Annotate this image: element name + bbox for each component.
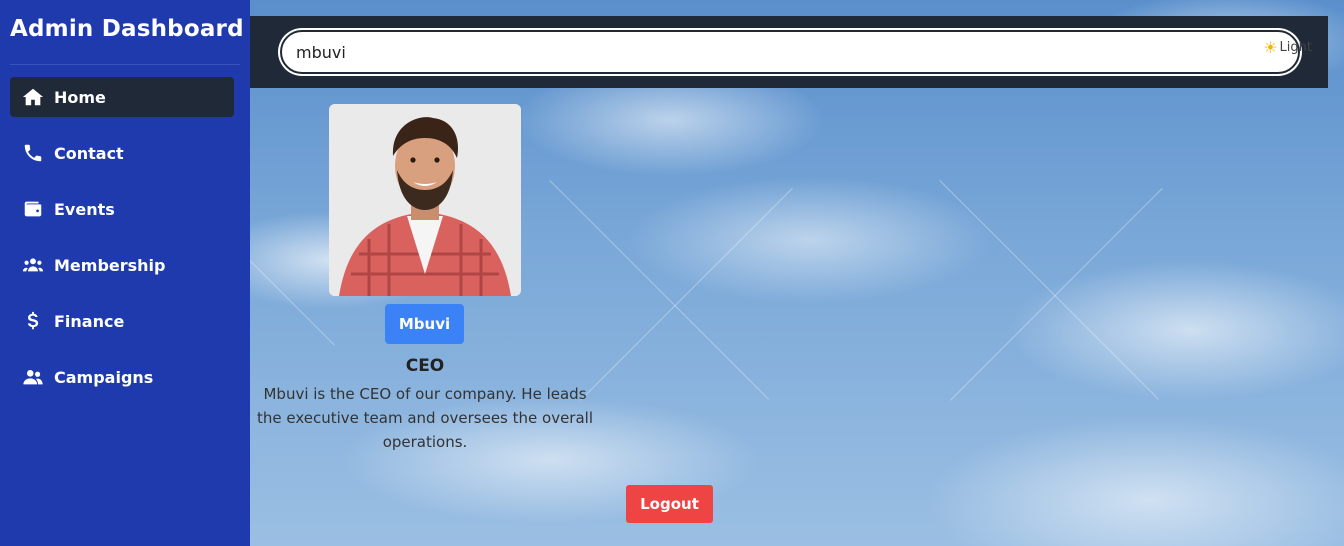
dollar-icon — [22, 310, 46, 332]
sidebar-item-label: Events — [54, 199, 115, 219]
profile-bio: Mbuvi is the CEO of our company. He lead… — [256, 385, 593, 451]
sun-icon: ☀ — [1263, 38, 1278, 57]
search-input[interactable] — [280, 30, 1300, 74]
main-content: ☀ Light Mb — [250, 0, 1344, 546]
users-icon — [22, 254, 46, 276]
top-bar: ☀ Light — [250, 16, 1328, 88]
phone-icon — [22, 142, 46, 164]
watermark-line — [939, 180, 1160, 400]
sidebar-item-label: Membership — [54, 255, 166, 275]
sidebar-item-label: Home — [54, 87, 106, 107]
sidebar-item-label: Finance — [54, 311, 125, 331]
sidebar-nav: Home Contact Events Membership Finance C… — [0, 77, 250, 397]
logout-button[interactable]: Logout — [626, 485, 713, 523]
sidebar-title: Admin Dashboard — [10, 16, 244, 42]
watermark-line — [250, 260, 335, 346]
theme-toggle[interactable]: ☀ Light — [1263, 38, 1312, 57]
sidebar-item-campaigns[interactable]: Campaigns — [10, 357, 234, 397]
sidebar-item-label: Campaigns — [54, 367, 154, 387]
profile-role: CEO — [405, 356, 445, 376]
user-group-icon — [22, 366, 46, 388]
sidebar-divider — [10, 64, 240, 65]
sidebar-item-home[interactable]: Home — [10, 77, 234, 117]
sidebar-item-finance[interactable]: Finance — [10, 301, 234, 341]
profile-name-button[interactable]: Mbuvi — [385, 304, 464, 344]
watermark-line — [950, 187, 1163, 401]
sidebar-item-membership[interactable]: Membership — [10, 245, 234, 285]
profile-photo — [329, 104, 521, 296]
wallet-icon — [22, 198, 46, 220]
watermark-line — [580, 187, 793, 401]
sidebar: Admin Dashboard Home Contact Events Memb… — [0, 0, 250, 546]
home-icon — [22, 86, 46, 108]
sidebar-item-contact[interactable]: Contact — [10, 133, 234, 173]
sidebar-item-events[interactable]: Events — [10, 189, 234, 229]
sidebar-item-label: Contact — [54, 143, 124, 163]
theme-toggle-label: Light — [1279, 40, 1312, 55]
